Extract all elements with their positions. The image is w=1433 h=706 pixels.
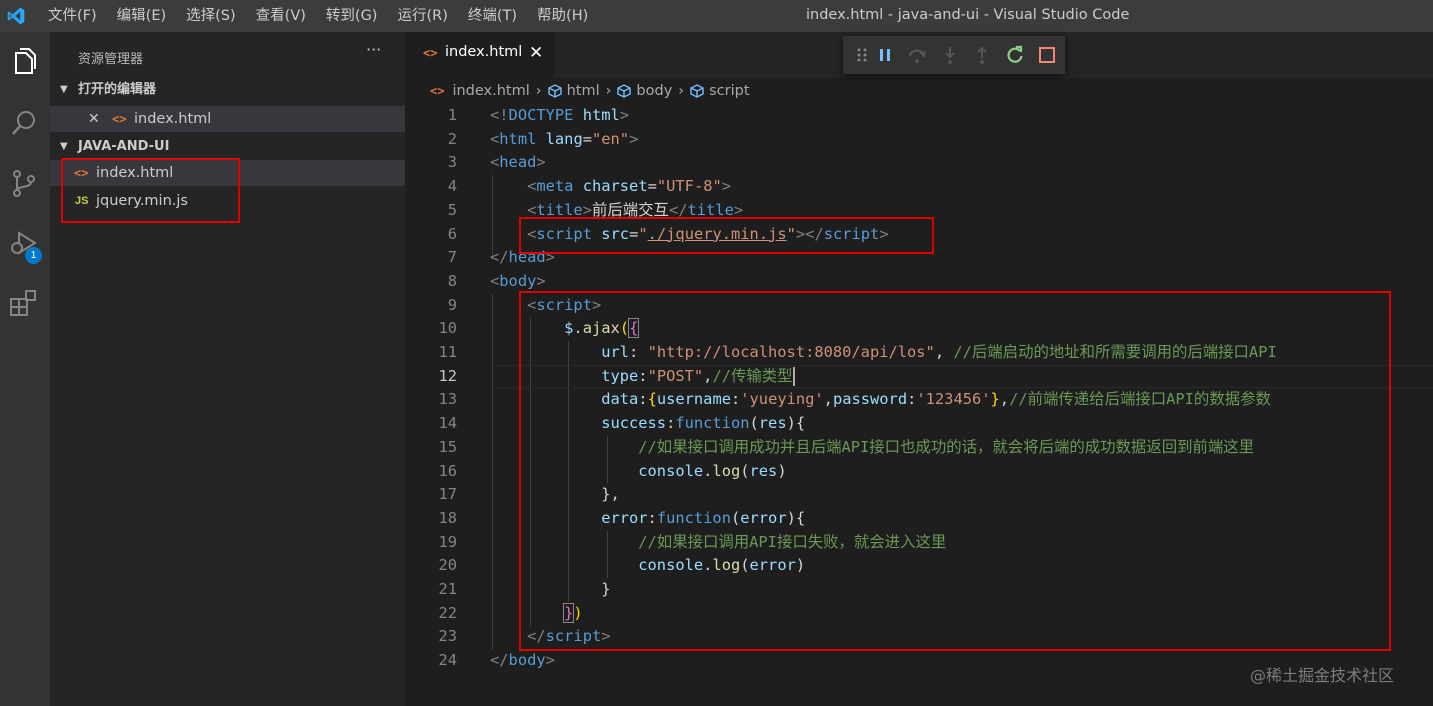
line-number: 12	[438, 366, 457, 385]
breadcrumb-item-html[interactable]: html	[547, 83, 600, 99]
chevron-right-icon: ›	[678, 83, 685, 99]
activity-bar: 1	[0, 32, 50, 706]
line-number: 3	[447, 153, 457, 172]
line-number: 19	[438, 532, 457, 551]
html-file-icon: <>	[430, 84, 445, 98]
line-number: 4	[447, 177, 457, 196]
watermark: @稀土掘金技术社区	[1250, 666, 1395, 685]
symbol-cube-icon	[547, 84, 562, 98]
menu-edit[interactable]: 编辑(E)	[107, 0, 176, 32]
line-number: 23	[438, 627, 457, 646]
step-out-icon[interactable]	[971, 44, 993, 66]
window-title: index.html - java-and-ui - Visual Studio…	[806, 7, 1130, 23]
search-icon[interactable]	[7, 106, 41, 140]
line-number: 9	[447, 295, 457, 314]
extensions-icon[interactable]	[7, 286, 41, 320]
breadcrumb-label: index.html	[452, 83, 530, 99]
breadcrumb-label: script	[709, 83, 750, 99]
menu-help[interactable]: 帮助(H)	[527, 0, 598, 32]
line-number: 1	[447, 106, 457, 124]
menu-bar: 文件(F) 编辑(E) 选择(S) 查看(V) 转到(G) 运行(R) 终端(T…	[38, 0, 598, 32]
explorer-title: 资源管理器	[78, 52, 144, 67]
project-label: JAVA-AND-UI	[78, 139, 170, 154]
title-bar: 文件(F) 编辑(E) 选择(S) 查看(V) 转到(G) 运行(R) 终端(T…	[0, 0, 1433, 32]
open-editors-header[interactable]: ▼ 打开的编辑器	[50, 78, 405, 102]
explorer-icon[interactable]	[7, 46, 41, 80]
line-number: 14	[438, 414, 457, 433]
chevron-down-icon: ▼	[60, 141, 68, 152]
html-file-icon: <>	[423, 46, 438, 60]
code-line: 2 <html lang="en">	[405, 128, 1433, 152]
symbol-cube-icon	[617, 84, 632, 98]
highlight-box-files	[61, 158, 240, 223]
breadcrumb-label: html	[566, 83, 600, 99]
menu-file[interactable]: 文件(F)	[38, 0, 107, 32]
chevron-right-icon: ›	[605, 83, 612, 99]
line-number: 8	[447, 271, 457, 290]
tab-label: index.html	[445, 44, 523, 60]
restart-icon[interactable]	[1004, 44, 1026, 66]
open-editors-label: 打开的编辑器	[78, 82, 157, 97]
open-editor-item[interactable]: ✕ <> index.html	[50, 106, 405, 132]
line-content: <head>	[490, 153, 546, 172]
more-actions-icon[interactable]: ···	[366, 40, 381, 59]
vscode-logo-icon	[7, 7, 25, 25]
menu-terminal[interactable]: 终端(T)	[458, 0, 527, 32]
breadcrumb-label: body	[636, 83, 673, 99]
line-number: 20	[438, 556, 457, 575]
code-line: 3 <head>	[405, 151, 1433, 175]
line-number: 10	[438, 319, 457, 338]
line-number: 17	[438, 485, 457, 504]
line-number: 21	[438, 580, 457, 598]
line-content: <meta charset="UTF-8">	[527, 177, 732, 196]
menu-view[interactable]: 查看(V)	[246, 0, 316, 32]
debug-toolbar	[843, 36, 1065, 74]
line-content: </body>	[490, 651, 555, 670]
line-content: <!DOCTYPE html>	[490, 106, 630, 124]
breadcrumb-item-script[interactable]: script	[690, 83, 750, 99]
line-number: 2	[447, 129, 457, 148]
line-number: 22	[438, 603, 457, 622]
breadcrumb-item-file[interactable]: <> index.html	[430, 83, 530, 99]
html-file-icon: <>	[112, 112, 127, 126]
debug-badge: 1	[25, 247, 42, 264]
menu-selection[interactable]: 选择(S)	[176, 0, 246, 32]
close-icon[interactable]: ✕	[529, 43, 543, 63]
step-into-icon[interactable]	[939, 44, 961, 66]
line-number: 15	[438, 437, 457, 456]
line-number: 16	[438, 461, 457, 480]
chevron-down-icon: ▼	[60, 84, 68, 95]
chevron-right-icon: ›	[535, 83, 542, 99]
source-control-icon[interactable]	[7, 166, 41, 200]
drag-handle-icon[interactable]	[851, 44, 873, 66]
code-line: 1 <!DOCTYPE html>	[405, 104, 1433, 128]
menu-run[interactable]: 运行(R)	[387, 0, 457, 32]
line-number: 18	[438, 508, 457, 527]
highlight-box-ajax	[519, 291, 1391, 651]
menu-go[interactable]: 转到(G)	[316, 0, 388, 32]
symbol-cube-icon	[690, 84, 704, 98]
explorer-sidebar: 资源管理器 ··· ▼ 打开的编辑器 ✕ <> index.html ▼ JAV…	[50, 32, 405, 706]
breadcrumb: <> index.html › html › body › script	[405, 78, 1433, 104]
line-number: 24	[438, 651, 457, 670]
line-content: <html lang="en">	[490, 129, 639, 148]
stop-icon[interactable]	[1036, 44, 1058, 66]
highlight-box-script-src	[519, 217, 934, 254]
breadcrumb-item-body[interactable]: body	[617, 83, 672, 99]
open-editor-label: index.html	[134, 111, 212, 127]
line-number: 11	[438, 343, 457, 361]
close-icon[interactable]: ✕	[88, 106, 100, 132]
code-line: 4 <meta charset="UTF-8">	[405, 175, 1433, 199]
line-number: 7	[447, 248, 457, 267]
line-number: 13	[438, 390, 457, 409]
tab-index-html[interactable]: <> index.html ✕	[405, 32, 555, 78]
line-number: 5	[447, 200, 457, 219]
project-header[interactable]: ▼ JAVA-AND-UI	[50, 135, 405, 159]
pause-icon[interactable]	[874, 44, 896, 66]
line-number: 6	[447, 224, 457, 243]
step-over-icon[interactable]	[906, 44, 928, 66]
